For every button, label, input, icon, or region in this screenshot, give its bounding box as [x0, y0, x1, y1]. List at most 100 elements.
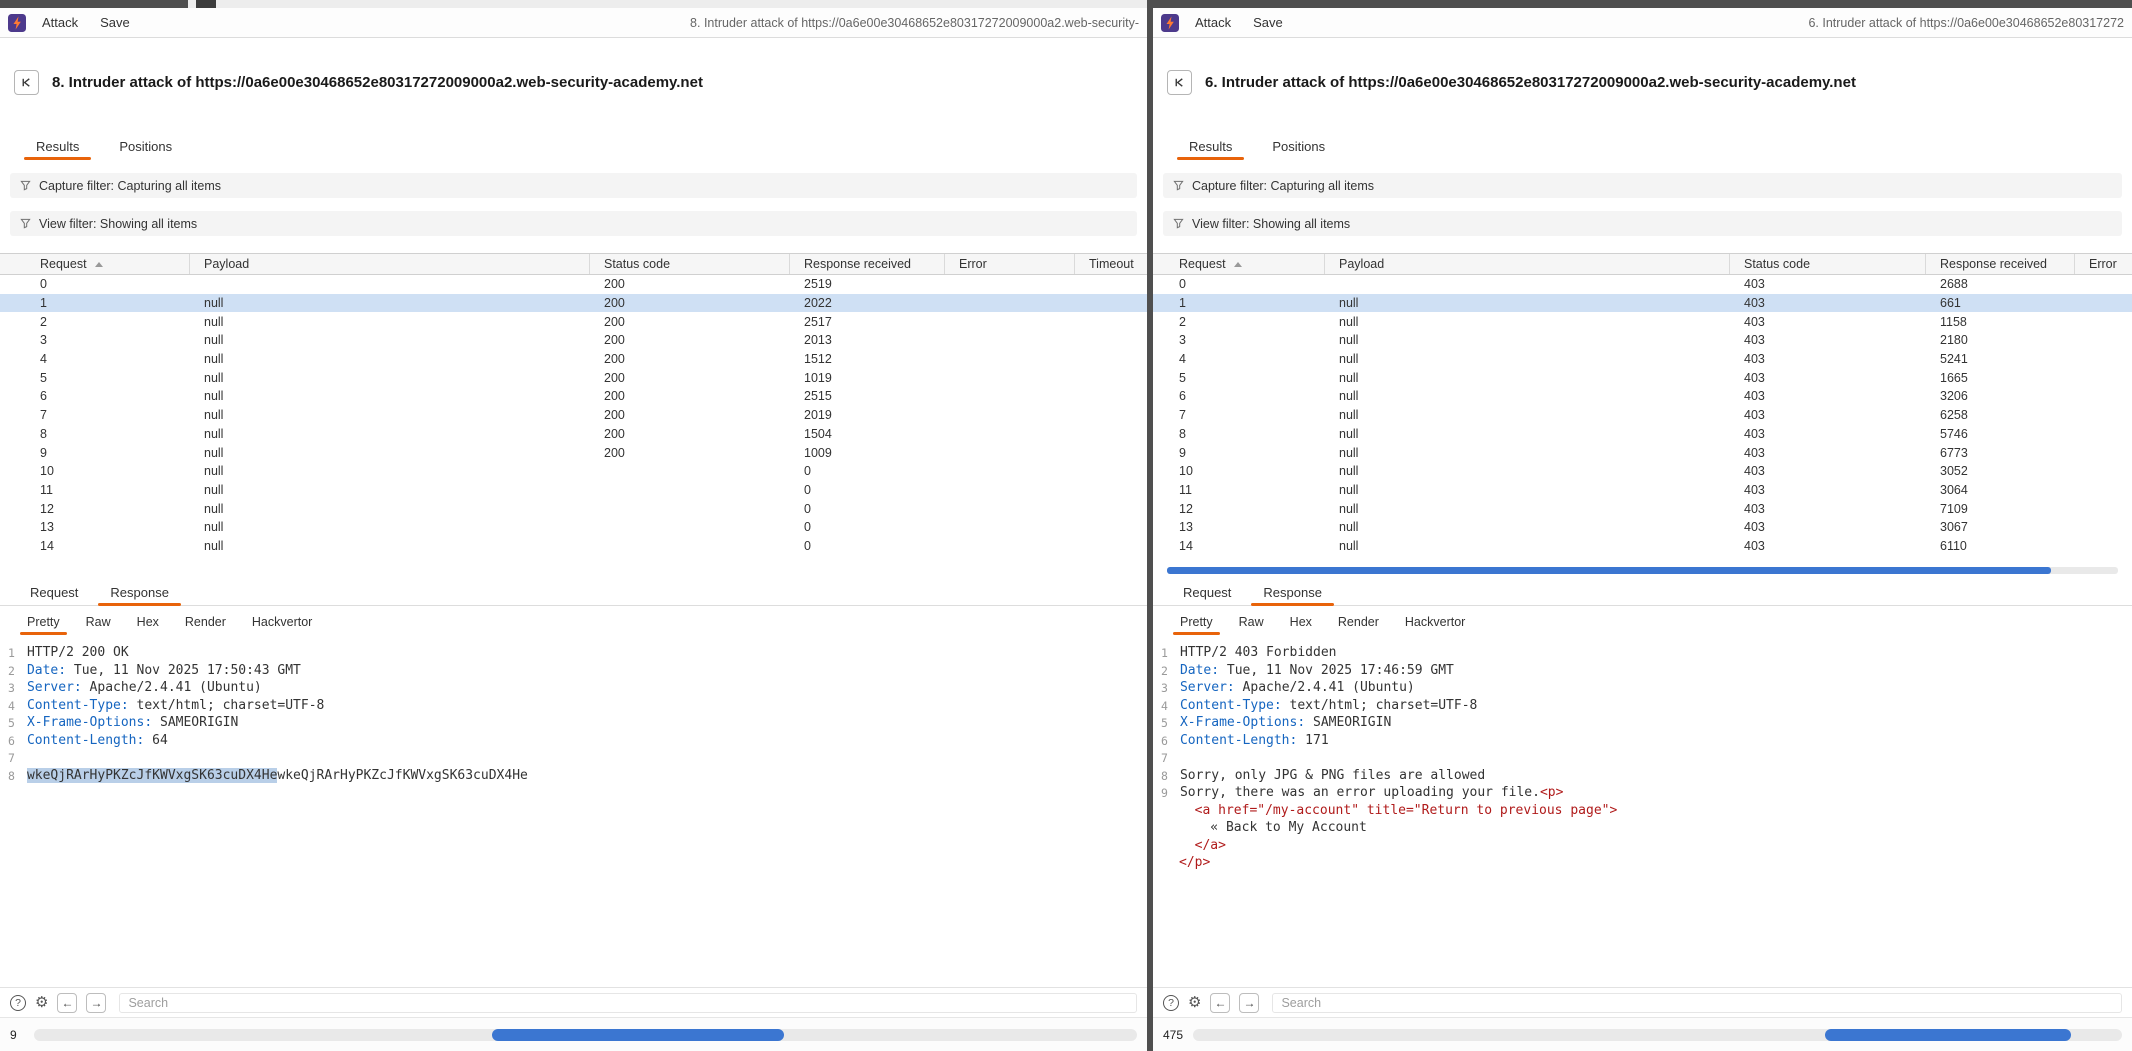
- view-tab-hackvertor[interactable]: Hackvertor: [1392, 609, 1478, 635]
- view-tab-raw[interactable]: Raw: [73, 609, 124, 635]
- attack-menu[interactable]: Attack: [42, 15, 78, 30]
- tab-results[interactable]: Results: [1173, 132, 1248, 160]
- view-tab-hex[interactable]: Hex: [124, 609, 172, 635]
- view-tab-pretty[interactable]: Pretty: [14, 609, 73, 635]
- result-row-13[interactable]: 13null0: [0, 518, 1147, 537]
- view-filter-bar[interactable]: View filter: Showing all items: [10, 211, 1137, 236]
- result-row-11[interactable]: 11null0: [0, 481, 1147, 500]
- result-row-1[interactable]: 1null403661: [1153, 294, 2132, 313]
- view-tab-render[interactable]: Render: [1325, 609, 1392, 635]
- view-filter-bar[interactable]: View filter: Showing all items: [1163, 211, 2122, 236]
- settings-gear-icon[interactable]: ⚙: [35, 995, 48, 1010]
- view-tab-hex[interactable]: Hex: [1277, 609, 1325, 635]
- result-row-6[interactable]: 6null2002515: [0, 387, 1147, 406]
- column-header-status-code[interactable]: Status code: [590, 254, 790, 274]
- result-row-8[interactable]: 8null4035746: [1153, 425, 2132, 444]
- search-next-button[interactable]: →: [1239, 993, 1259, 1013]
- result-row-5[interactable]: 5null2001019: [0, 368, 1147, 387]
- tab-positions[interactable]: Positions: [103, 132, 188, 160]
- result-row-8[interactable]: 8null2001504: [0, 425, 1147, 444]
- column-header-request[interactable]: Request: [1153, 254, 1325, 274]
- result-row-10[interactable]: 10null4033052: [1153, 462, 2132, 481]
- titlebar[interactable]: Attack Save 8. Intruder attack of https:…: [0, 8, 1147, 38]
- dock-back-button[interactable]: [1167, 70, 1192, 95]
- result-row-2[interactable]: 2null2002517: [0, 312, 1147, 331]
- cell: 6: [0, 389, 190, 403]
- view-tab-raw[interactable]: Raw: [1226, 609, 1277, 635]
- tab-positions-label: Positions: [119, 139, 172, 154]
- table-horizontal-scrollbar[interactable]: [1167, 567, 2118, 574]
- code-line: 5X-Frame-Options: SAMEORIGIN: [1161, 715, 2132, 733]
- result-row-5[interactable]: 5null4031665: [1153, 368, 2132, 387]
- tab-response[interactable]: Response: [1247, 579, 1338, 605]
- column-header-error[interactable]: Error: [945, 254, 1075, 274]
- help-icon[interactable]: ?: [1163, 995, 1179, 1011]
- result-row-9[interactable]: 9null2001009: [0, 443, 1147, 462]
- result-row-13[interactable]: 13null4033067: [1153, 518, 2132, 537]
- help-icon[interactable]: ?: [10, 995, 26, 1011]
- scrollbar-thumb[interactable]: [492, 1029, 784, 1041]
- tab-results[interactable]: Results: [20, 132, 95, 160]
- result-row-7[interactable]: 7null4036258: [1153, 406, 2132, 425]
- settings-gear-icon[interactable]: ⚙: [1188, 995, 1201, 1010]
- tab-request[interactable]: Request: [14, 579, 94, 605]
- search-next-button[interactable]: →: [86, 993, 106, 1013]
- scrollbar-thumb[interactable]: [1167, 567, 2051, 574]
- code-line: </p>: [1161, 855, 2132, 873]
- save-menu[interactable]: Save: [100, 15, 130, 30]
- result-row-1[interactable]: 1null2002022: [0, 294, 1147, 313]
- column-header-payload[interactable]: Payload: [1325, 254, 1730, 274]
- view-tab-hackvertor[interactable]: Hackvertor: [239, 609, 325, 635]
- result-row-3[interactable]: 3null2002013: [0, 331, 1147, 350]
- column-header-response-received[interactable]: Response received: [1926, 254, 2075, 274]
- result-row-12[interactable]: 12null0: [0, 499, 1147, 518]
- results-table-header: Request Payload Status codeResponse receiv…: [0, 253, 1147, 275]
- column-header-response-received[interactable]: Response received: [790, 254, 945, 274]
- view-tab-render[interactable]: Render: [172, 609, 239, 635]
- result-row-3[interactable]: 3null4032180: [1153, 331, 2132, 350]
- column-header-request[interactable]: Request: [0, 254, 190, 274]
- cell: 8: [1153, 427, 1325, 441]
- view-tab-pretty[interactable]: Pretty: [1167, 609, 1226, 635]
- result-row-10[interactable]: 10null0: [0, 462, 1147, 481]
- result-row-14[interactable]: 14null0: [0, 537, 1147, 551]
- save-menu[interactable]: Save: [1253, 15, 1283, 30]
- tab-positions[interactable]: Positions: [1256, 132, 1341, 160]
- scrollbar-thumb[interactable]: [1825, 1029, 2071, 1041]
- attack-menu[interactable]: Attack: [1195, 15, 1231, 30]
- response-editor[interactable]: 1HTTP/2 200 OK2Date: Tue, 11 Nov 2025 17…: [0, 640, 1147, 987]
- search-input[interactable]: [1272, 993, 2122, 1013]
- response-editor[interactable]: 1HTTP/2 403 Forbidden2Date: Tue, 11 Nov …: [1153, 640, 2132, 987]
- result-row-4[interactable]: 4null2001512: [0, 350, 1147, 369]
- column-header-payload[interactable]: Payload: [190, 254, 590, 274]
- tab-request[interactable]: Request: [1167, 579, 1247, 605]
- result-row-0[interactable]: 04032688: [1153, 275, 2132, 294]
- column-header-status-code[interactable]: Status code: [1730, 254, 1926, 274]
- result-row-2[interactable]: 2null4031158: [1153, 312, 2132, 331]
- column-header-error[interactable]: Error: [2075, 254, 2132, 274]
- capture-filter-bar[interactable]: Capture filter: Capturing all items: [10, 173, 1137, 198]
- search-previous-button[interactable]: ←: [57, 993, 77, 1013]
- result-row-12[interactable]: 12null4037109: [1153, 499, 2132, 518]
- horizontal-scrollbar[interactable]: [34, 1029, 1137, 1041]
- dock-back-button[interactable]: [14, 70, 39, 95]
- column-label: Payload: [204, 257, 249, 271]
- tab-response[interactable]: Response: [94, 579, 185, 605]
- result-row-4[interactable]: 4null4035241: [1153, 350, 2132, 369]
- titlebar[interactable]: Attack Save 6. Intruder attack of https:…: [1153, 8, 2132, 38]
- result-row-0[interactable]: 02002519: [0, 275, 1147, 294]
- capture-filter-bar[interactable]: Capture filter: Capturing all items: [1163, 173, 2122, 198]
- cell: 0: [790, 502, 945, 516]
- result-row-11[interactable]: 11null4033064: [1153, 481, 2132, 500]
- column-header-timeout[interactable]: Timeout: [1075, 254, 1147, 274]
- cell: 10: [1153, 464, 1325, 478]
- cell: 403: [1730, 464, 1926, 478]
- result-row-6[interactable]: 6null4033206: [1153, 387, 2132, 406]
- search-previous-button[interactable]: ←: [1210, 993, 1230, 1013]
- result-row-14[interactable]: 14null4036110: [1153, 537, 2132, 556]
- result-row-7[interactable]: 7null2002019: [0, 406, 1147, 425]
- horizontal-scrollbar[interactable]: [1193, 1029, 2122, 1041]
- search-input[interactable]: [119, 993, 1137, 1013]
- result-row-9[interactable]: 9null4036773: [1153, 443, 2132, 462]
- main-tabs: Results Positions: [1173, 132, 2132, 160]
